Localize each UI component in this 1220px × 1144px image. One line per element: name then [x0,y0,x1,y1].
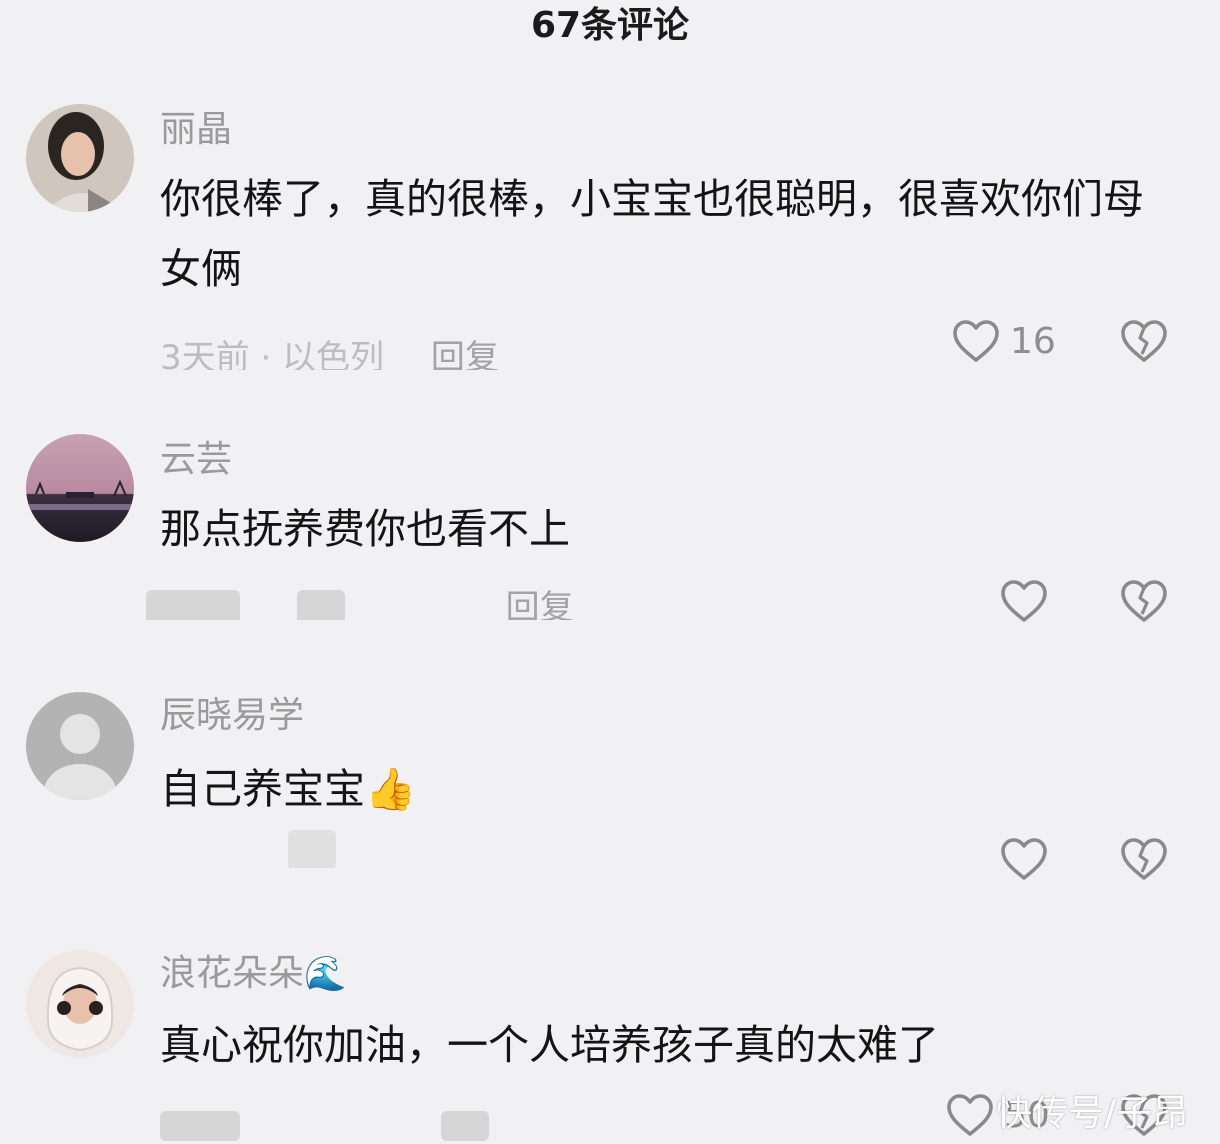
heart-outline-icon [947,1094,993,1136]
broken-heart-icon [1121,838,1167,880]
comments-header: 67条评论 [530,5,690,46]
blurred-time [288,829,336,868]
blurred-location [296,589,345,620]
comment-text: 真心祝你加油，一个人培养孩子真的太难了 [160,1021,939,1069]
like-button[interactable]: 16 [952,318,1056,364]
comment-meta [160,1104,489,1144]
comment-meta: 回复 [146,580,574,620]
thumbs-up-emoji: 👍 [365,765,417,813]
heart-outline-icon [953,320,999,362]
comment-text: 自己养宝宝👍 [160,754,1170,824]
avatar[interactable] [26,950,134,1058]
comment-item: 丽晶 你很棒了，真的很棒，小宝宝也很聪明，很喜欢你们母女俩 3天前 · 以色列 … [0,104,1220,394]
heart-outline-icon [1001,838,1047,880]
dislike-button[interactable] [1120,578,1168,628]
comment-meta: 3天前 · 以色列 回复 [160,330,499,370]
heart-outline-icon [1001,580,1047,622]
comment-username[interactable]: 丽晶 [160,106,232,154]
wave-emoji: 🌊 [304,954,347,994]
comment-text-body: 自己养宝宝 [160,765,365,813]
broken-heart-icon [1121,580,1167,622]
reply-button[interactable]: 回复 [431,338,499,370]
comment-meta [288,828,336,868]
dislike-button[interactable] [1120,318,1168,368]
avatar[interactable] [26,434,134,542]
comment-username[interactable]: 云芸 [160,436,232,484]
blurred-time [146,589,240,620]
comment-text: 那点抚养费你也看不上 [160,505,570,553]
watermark: 快传号/子昂 [996,1093,1189,1134]
like-button[interactable] [1000,836,1058,882]
broken-heart-icon [1121,320,1167,362]
comment-username[interactable]: 辰晓易学 [160,692,304,740]
comment-item: 云芸 那点抚养费你也看不上 回复 [0,434,1220,654]
avatar[interactable] [26,104,134,212]
like-button[interactable] [1000,578,1058,624]
comment-username-text: 浪花朵朵 [160,953,305,994]
dislike-button[interactable] [1120,836,1168,886]
comment-username[interactable]: 浪花朵朵🌊 [160,950,346,998]
blurred-time [160,1110,240,1141]
blurred-location [440,1110,489,1141]
reply-button[interactable]: 回复 [506,588,574,620]
default-avatar-icon[interactable] [26,692,134,800]
comment-item: 辰晓易学 自己养宝宝👍 [0,692,1220,912]
like-count: 16 [1010,320,1056,362]
comment-time-location: 3天前 · 以色列 [160,338,385,370]
comment-text: 你很棒了，真的很棒，小宝宝也很聪明，很喜欢你们母女俩 [160,175,1144,293]
